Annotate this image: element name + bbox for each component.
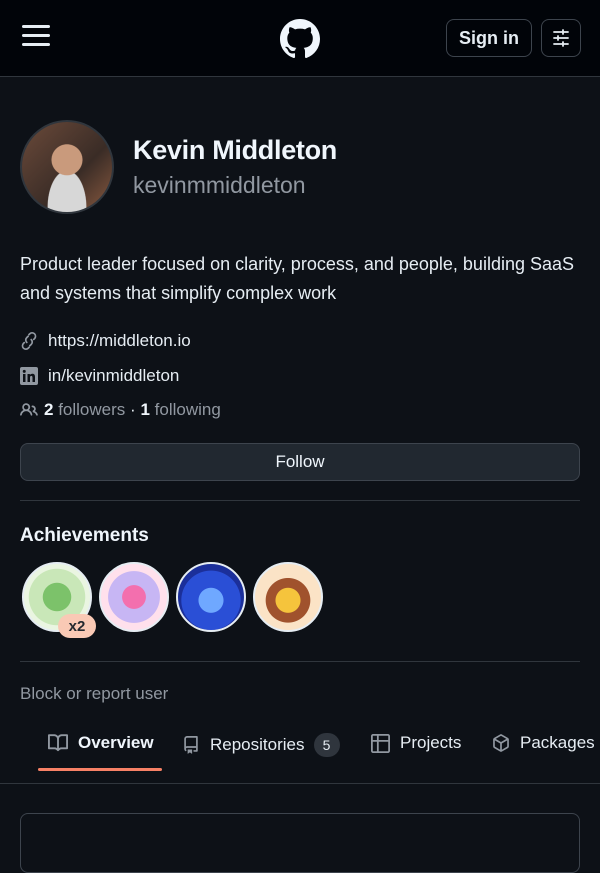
followers-row: 2 followers · 1 following	[20, 400, 221, 420]
achievement-badge-starstruck[interactable]	[253, 562, 323, 632]
menu-icon[interactable]	[22, 25, 52, 51]
active-tab-underline	[38, 768, 162, 771]
achievements-title: Achievements	[20, 525, 149, 546]
repositories-counter: 5	[313, 733, 340, 757]
achievement-badge-yolo[interactable]	[99, 562, 169, 632]
link-icon	[21, 332, 37, 350]
people-icon	[20, 403, 38, 416]
followers-count[interactable]: 2	[44, 400, 53, 420]
badge-count: x2	[58, 614, 96, 638]
follow-button[interactable]: Follow	[20, 443, 580, 481]
profile-bio: Product leader focused on clarity, proce…	[20, 254, 575, 303]
tab-repositories-label[interactable]: Repositories	[210, 735, 305, 755]
divider	[20, 500, 580, 501]
repo-icon	[184, 736, 198, 754]
package-icon	[493, 734, 509, 752]
block-report-link[interactable]: Block or report user	[20, 684, 168, 704]
tab-overview[interactable]: Overview	[48, 733, 154, 753]
profile-username: kevinmmiddleton	[133, 172, 306, 198]
table-icon	[371, 733, 390, 753]
tabs-divider	[0, 783, 600, 784]
github-logo-icon[interactable]	[280, 19, 320, 59]
tab-overview-label[interactable]: Overview	[78, 733, 154, 753]
linkedin-icon	[20, 367, 38, 385]
following-count[interactable]: 1	[140, 400, 149, 420]
following-label[interactable]: following	[155, 400, 221, 420]
linkedin-row[interactable]: in/kevinmiddleton	[20, 366, 179, 386]
avatar	[20, 120, 114, 214]
sign-in-button[interactable]: Sign in	[446, 19, 532, 57]
tab-repositories[interactable]: Repositories 5	[182, 733, 340, 757]
followers-label[interactable]: followers	[58, 400, 125, 420]
content-card	[20, 813, 580, 873]
tab-projects[interactable]: Projects	[371, 733, 461, 753]
achievement-badge-pull-shark[interactable]	[176, 562, 246, 632]
sliders-icon[interactable]	[541, 19, 581, 57]
tab-packages-label[interactable]: Packages	[520, 733, 595, 753]
tab-projects-label[interactable]: Projects	[400, 733, 461, 753]
divider	[20, 661, 580, 662]
tab-packages[interactable]: Packages	[492, 733, 595, 753]
linkedin-link[interactable]: in/kevinmiddleton	[48, 366, 179, 386]
website-link[interactable]: https://middleton.io	[48, 331, 191, 351]
book-icon	[48, 734, 68, 752]
profile-full-name: Kevin Middleton	[133, 135, 337, 165]
website-link-row[interactable]: https://middleton.io	[20, 331, 191, 351]
